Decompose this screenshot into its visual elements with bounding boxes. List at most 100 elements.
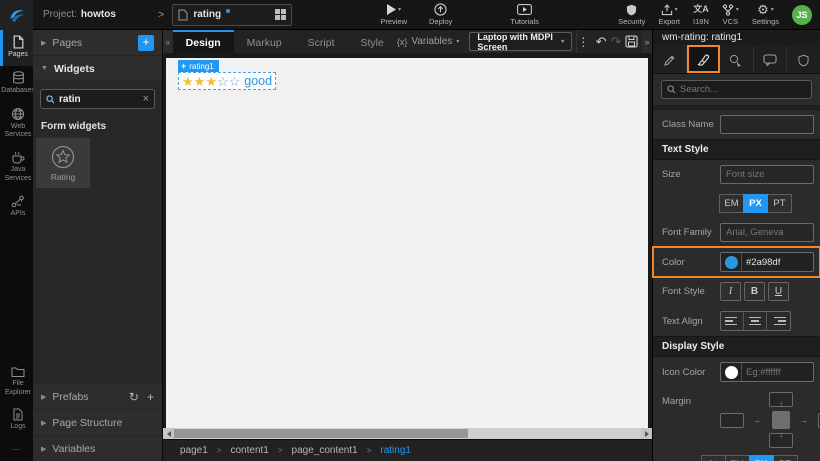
icon-color-input[interactable] <box>742 367 813 378</box>
kebab-menu-icon[interactable]: ⋮ <box>576 30 590 53</box>
tab-style[interactable]: Style <box>348 30 397 53</box>
tab-events[interactable] <box>720 45 754 73</box>
deploy-button[interactable]: Deploy <box>429 3 452 26</box>
rail-item-logs[interactable]: Logs <box>0 403 33 438</box>
bold-button[interactable]: B <box>744 282 765 301</box>
color-swatch-button[interactable] <box>721 363 742 381</box>
scroll-right-icon[interactable] <box>641 428 652 439</box>
grid-icon[interactable] <box>275 9 286 20</box>
expand-right-panel-icon[interactable]: » <box>642 30 652 53</box>
rail-item-pages[interactable]: Pages <box>0 30 33 66</box>
margin-left-input[interactable] <box>720 413 744 428</box>
export-button[interactable]: ▾ Export <box>658 3 680 26</box>
unit-em-button[interactable]: EM <box>725 455 750 461</box>
vcs-button[interactable]: ▾ VCS <box>722 3 739 26</box>
text-color-input[interactable] <box>742 257 813 268</box>
font-family-row: Font Family <box>653 218 820 247</box>
top-bar-right: Security ▾ Export 文A I18N ▾ VCS ⚙▾ Setti… <box>618 3 820 26</box>
color-swatch-button[interactable] <box>721 253 742 271</box>
tutorials-button[interactable]: Tutorials <box>510 3 538 26</box>
breadcrumb-page1[interactable]: page1 <box>180 445 208 456</box>
properties-panel-tabs <box>653 45 820 74</box>
settings-button[interactable]: ⚙▾ Settings <box>752 3 779 26</box>
coffee-cup-icon <box>11 151 25 164</box>
refresh-prefabs-icon[interactable]: ↻ <box>129 390 139 404</box>
preview-button[interactable]: ▾ Preview <box>380 3 407 26</box>
tab-messages[interactable] <box>754 45 788 73</box>
undo-icon[interactable]: ↶ <box>594 30 609 53</box>
redo-icon[interactable]: ↷ <box>609 30 624 53</box>
shield-icon <box>798 54 809 67</box>
collapse-left-panel-icon[interactable]: « <box>163 30 173 53</box>
horizontal-scrollbar[interactable] <box>163 428 652 439</box>
translate-icon: 文A <box>693 4 709 15</box>
open-page-tab[interactable]: rating <box>172 4 292 26</box>
margin-control: ← ↑ ↓ → <box>720 392 820 448</box>
page-structure-section-header[interactable]: ▶ Page Structure <box>33 409 162 435</box>
scrollbar-thumb[interactable] <box>174 429 468 438</box>
font-size-input[interactable] <box>720 165 814 184</box>
widget-group-label: Form widgets <box>33 113 162 138</box>
design-canvas[interactable]: + rating1 ★ ★ ★ ☆ ☆ good <box>166 58 648 428</box>
add-prefab-icon[interactable]: + <box>147 390 154 404</box>
star-empty-icon[interactable]: ☆ <box>217 75 229 88</box>
pages-section-header[interactable]: ▶ Pages + <box>33 30 162 56</box>
align-center-icon[interactable] <box>744 312 767 330</box>
tab-styles[interactable] <box>687 45 721 73</box>
unit-px-button[interactable]: PX <box>743 194 768 213</box>
align-left-icon[interactable] <box>721 312 744 330</box>
unit-pt-button[interactable]: PT <box>767 194 792 213</box>
unit-em-button[interactable]: EM <box>719 194 744 213</box>
rating-widget-body[interactable]: ★ ★ ★ ☆ ☆ good <box>178 72 276 90</box>
tab-design[interactable]: Design <box>173 30 234 53</box>
rating-widget-tile[interactable]: Rating <box>36 138 90 188</box>
scrollbar-track[interactable] <box>174 428 641 439</box>
tab-security[interactable] <box>787 45 820 73</box>
property-search-input[interactable] <box>680 84 806 95</box>
device-selector[interactable]: Laptop with MDPI Screen ▾ <box>469 32 572 51</box>
star-filled-icon[interactable]: ★ <box>194 75 206 88</box>
rail-item-apis[interactable]: APIs <box>0 190 33 225</box>
variables-button[interactable]: {x} Variables ▾ <box>397 30 459 53</box>
underline-button[interactable]: U <box>768 282 789 301</box>
user-avatar[interactable]: JS <box>792 5 812 25</box>
align-right-icon[interactable] <box>767 312 790 330</box>
security-button[interactable]: Security <box>618 3 645 26</box>
unit-percent-button[interactable]: % <box>701 455 726 461</box>
chevron-down-icon: ▾ <box>561 38 564 45</box>
rail-item-web-services[interactable]: Web Services <box>0 102 33 147</box>
breadcrumb-content1[interactable]: content1 <box>230 445 268 456</box>
rail-item-file-explorer[interactable]: File Explorer <box>0 361 33 404</box>
font-family-input[interactable] <box>720 223 814 242</box>
scroll-left-icon[interactable] <box>163 428 174 439</box>
move-handle-icon[interactable]: + <box>181 61 186 71</box>
save-icon[interactable] <box>623 30 639 53</box>
tab-properties[interactable] <box>653 45 687 73</box>
i18n-button[interactable]: 文A I18N <box>693 3 709 26</box>
wavemaker-logo-icon[interactable] <box>0 0 33 30</box>
chevron-right-icon[interactable]: > <box>158 9 164 21</box>
breadcrumb-page-content1[interactable]: page_content1 <box>292 445 358 456</box>
star-filled-icon[interactable]: ★ <box>205 75 217 88</box>
clear-search-icon[interactable]: × <box>143 93 149 105</box>
rating-widget-on-canvas[interactable]: + rating1 ★ ★ ★ ☆ ☆ good <box>178 60 276 90</box>
rail-item-databases[interactable]: Databases <box>0 66 33 102</box>
prefabs-section-header[interactable]: ▶ Prefabs ↻ + <box>33 383 162 409</box>
widget-search-input[interactable] <box>59 94 139 105</box>
tab-script[interactable]: Script <box>295 30 348 53</box>
selected-widget-tag[interactable]: + rating1 <box>178 60 219 72</box>
chevron-down-icon: ▾ <box>456 38 459 45</box>
rail-item-java-services[interactable]: Java Services <box>0 146 33 190</box>
widgets-section-header[interactable]: ▼ Widgets <box>33 56 162 82</box>
class-name-input[interactable] <box>720 115 814 134</box>
more-dots-icon[interactable]: ⋯ <box>0 438 33 461</box>
star-empty-icon[interactable]: ☆ <box>229 75 241 88</box>
breadcrumb-rating1[interactable]: rating1 <box>380 445 411 456</box>
star-filled-icon[interactable]: ★ <box>182 75 194 88</box>
variables-section-header[interactable]: ▶ Variables <box>33 435 162 461</box>
unit-pt-button[interactable]: PT <box>773 455 798 461</box>
italic-button[interactable]: I <box>720 282 741 301</box>
add-page-button[interactable]: + <box>138 35 154 51</box>
unit-px-button[interactable]: PX <box>749 455 774 461</box>
tab-markup[interactable]: Markup <box>234 30 295 53</box>
